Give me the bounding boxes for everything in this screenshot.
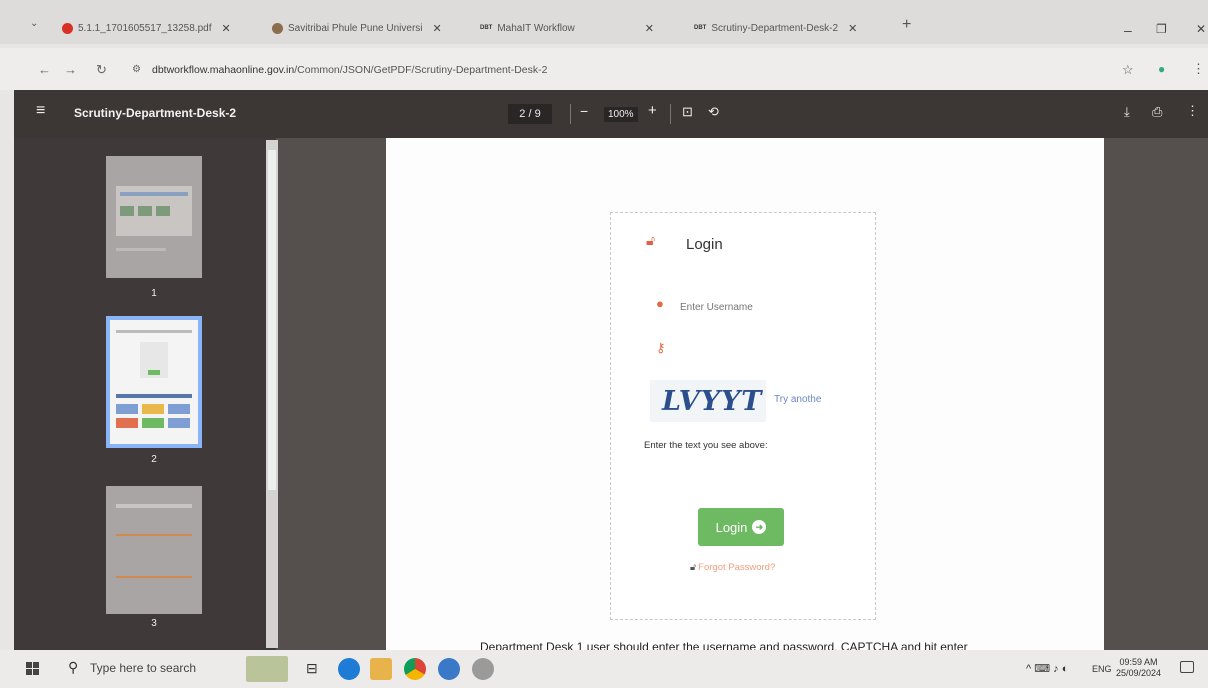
taskbar-search-field[interactable]: Type here to search <box>90 661 196 675</box>
toolbar-divider <box>570 104 571 124</box>
zoom-in-icon[interactable]: + <box>648 102 657 119</box>
profile-icon[interactable]: ● <box>1158 62 1165 76</box>
close-tab-icon[interactable]: ✕ <box>221 22 230 35</box>
close-tab-icon[interactable]: ✕ <box>433 22 442 35</box>
forgot-password-link[interactable]: 🔓︎ Forgot Password? <box>690 562 775 573</box>
page-thumbnail-active[interactable] <box>106 316 202 448</box>
pdf-favicon-icon <box>62 22 73 34</box>
fit-page-icon[interactable]: ⊡ <box>682 104 693 120</box>
close-tab-icon[interactable]: ✕ <box>645 22 654 35</box>
username-field[interactable] <box>680 296 840 318</box>
tab-pdf-file[interactable]: 5.1.1_1701605517_13258.pdf ✕ <box>62 16 252 40</box>
task-view-icon[interactable]: ⊟ <box>306 660 318 677</box>
page-thumbnail[interactable] <box>106 486 202 614</box>
thumbnail-page-number: 3 <box>151 618 157 629</box>
file-explorer-icon[interactable] <box>370 658 392 680</box>
captcha-instruction: Enter the text you see above: <box>644 440 768 451</box>
try-another-link[interactable]: Try anothe <box>774 394 821 405</box>
lock-icon: 🔓︎ <box>690 562 697 573</box>
tab-scrutiny-department[interactable]: DBT Scrutiny-Department-Desk-2 ✕ <box>694 16 894 40</box>
tab-label: 5.1.1_1701605517_13258.pdf <box>78 22 212 34</box>
login-heading: Login <box>686 236 723 253</box>
menu-icon[interactable]: ≡ <box>36 102 45 120</box>
url-host: dbtworkflow.mahaonline.gov.in <box>152 64 295 76</box>
download-icon[interactable]: ⤓ <box>1124 104 1130 120</box>
password-field[interactable] <box>680 338 840 360</box>
bookmark-star-icon[interactable]: ☆ <box>1122 62 1134 78</box>
language-indicator[interactable]: ENG <box>1092 664 1112 674</box>
forward-icon[interactable]: → <box>64 62 77 77</box>
tab-university[interactable]: Savitribai Phule Pune Universi ✕ <box>272 16 468 40</box>
thumbnail-preview-icon <box>116 330 192 428</box>
arrow-right-icon: ➜ <box>752 520 767 534</box>
browser-menu-icon[interactable]: ⋮ <box>1192 61 1205 77</box>
toolbar-divider <box>670 104 671 124</box>
back-icon[interactable]: ← <box>38 62 51 77</box>
clock-time: 09:59 AM <box>1119 657 1158 667</box>
page-number-input[interactable]: 2 / 9 <box>508 104 552 124</box>
tray-icons[interactable]: ^ ⌨ ♪ ◐ <box>1026 662 1068 675</box>
widget-landscape-icon[interactable] <box>246 656 288 682</box>
globe-app-icon[interactable] <box>438 658 460 680</box>
zoom-out-icon[interactable]: − <box>580 103 588 119</box>
windows-start-icon[interactable] <box>26 662 39 675</box>
more-actions-icon[interactable]: ⋮ <box>1186 103 1199 119</box>
page-thumbnail[interactable] <box>106 156 202 278</box>
forgot-password-label: Forgot Password? <box>698 562 776 573</box>
user-icon: ● <box>656 296 664 311</box>
notification-icon[interactable] <box>1180 661 1194 673</box>
url-field[interactable]: dbtworkflow.mahaonline.gov.in/Common/JSO… <box>152 64 547 76</box>
browser-tab-strip: ⌄ 5.1.1_1701605517_13258.pdf ✕ Savitriba… <box>0 0 1208 44</box>
close-tab-icon[interactable]: ✕ <box>848 22 857 35</box>
clock[interactable]: 09:59 AM 25/09/2024 <box>1116 657 1161 679</box>
thumbnail-preview-icon <box>116 504 192 578</box>
tab-mahait-workflow[interactable]: DBT MahaIT Workflow ✕ <box>480 16 676 40</box>
search-icon[interactable]: ⚲ <box>68 659 78 676</box>
close-window-icon[interactable]: ✕ <box>1196 22 1206 36</box>
reload-icon[interactable]: ↻ <box>96 62 107 78</box>
lock-icon: 🔓︎ <box>646 232 656 248</box>
captcha-text: LVYYT <box>662 386 763 417</box>
url-path: /Common/JSON/GetPDF/Scrutiny-Department-… <box>294 64 548 76</box>
edge-browser-icon[interactable] <box>338 658 360 680</box>
tab-label: Savitribai Phule Pune Universi <box>288 22 423 34</box>
site-info-icon[interactable]: ⚙ <box>132 64 141 75</box>
dbt-favicon-icon: DBT <box>480 25 493 31</box>
app-icon[interactable] <box>472 658 494 680</box>
print-icon[interactable]: ⎙ <box>1152 104 1162 120</box>
dbt-favicon-icon: DBT <box>694 25 707 31</box>
thumbnail-preview-icon <box>116 186 192 251</box>
tab-label: MahaIT Workflow <box>497 22 575 34</box>
chrome-icon[interactable] <box>404 658 426 680</box>
thumbnail-sidebar: 1 2 3 <box>14 138 276 650</box>
restore-icon[interactable]: ❐ <box>1156 22 1167 36</box>
sidebar-scrollbar-thumb[interactable] <box>268 150 276 490</box>
login-button-label: Login <box>715 519 748 535</box>
zoom-level[interactable]: 100% <box>604 107 638 122</box>
address-bar: ← → ↻ ⚙ dbtworkflow.mahaonline.gov.in/Co… <box>0 48 1208 90</box>
key-icon: ⚷ <box>656 340 666 355</box>
tab-search-chevron-icon[interactable]: ⌄ <box>30 18 38 29</box>
windows-taskbar: ⚲ Type here to search ⊟ ^ ⌨ ♪ ◐ ENG 09:5… <box>0 650 1208 688</box>
pdf-toolbar: ≡ Scrutiny-Department-Desk-2 2 / 9 − 100… <box>14 90 1208 138</box>
thumbnail-page-number: 1 <box>151 288 157 299</box>
new-tab-icon[interactable]: + <box>902 16 911 34</box>
minimize-icon[interactable]: – <box>1124 22 1132 38</box>
tab-label: Scrutiny-Department-Desk-2 <box>711 22 839 34</box>
rotate-icon[interactable]: ⟲ <box>708 104 719 120</box>
document-title: Scrutiny-Department-Desk-2 <box>74 106 237 120</box>
login-button[interactable]: Login ➜ <box>698 508 784 546</box>
thumbnail-page-number: 2 <box>151 454 157 465</box>
university-favicon-icon <box>272 22 283 34</box>
clock-date: 25/09/2024 <box>1116 668 1162 678</box>
